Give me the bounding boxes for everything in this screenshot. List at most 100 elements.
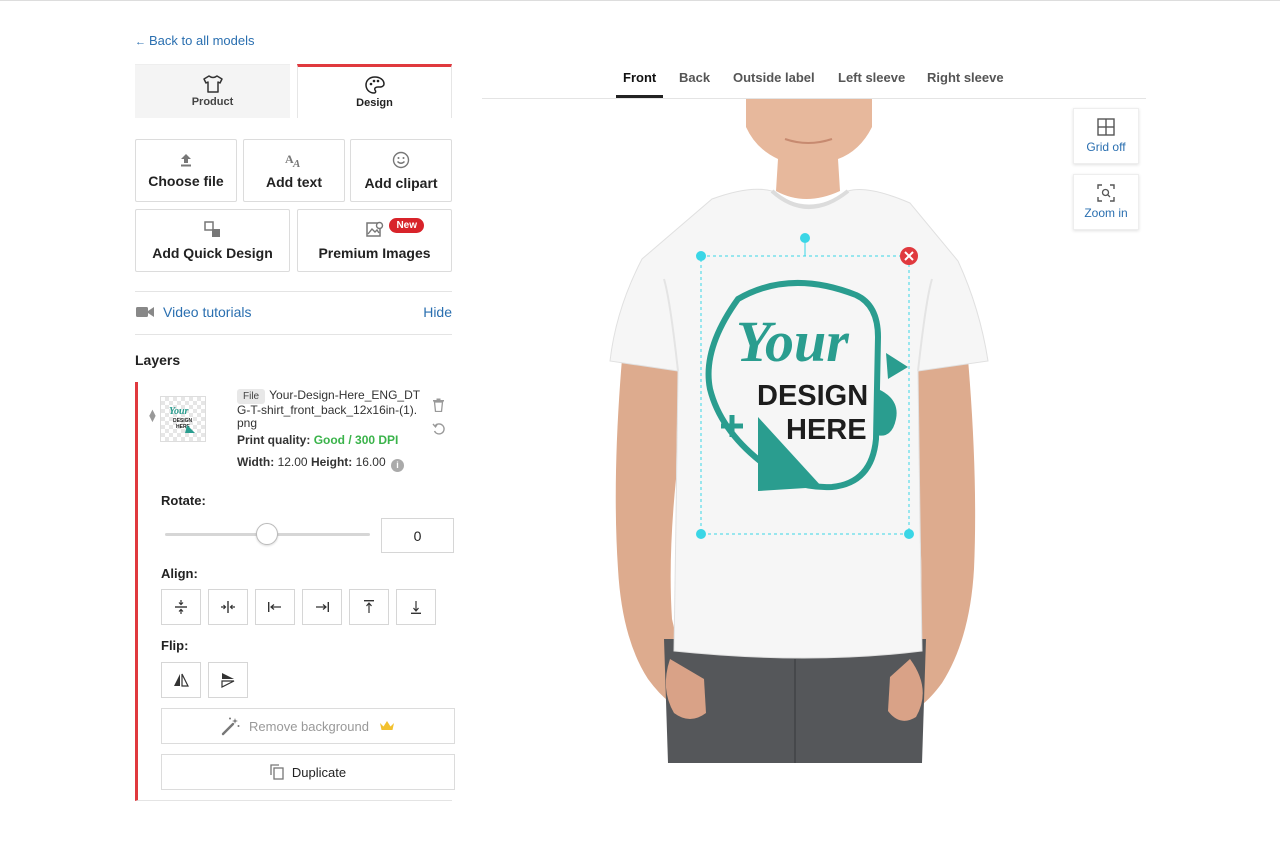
design-text-here: HERE	[786, 414, 867, 446]
editor-tabs: Product Design	[135, 64, 452, 118]
grid-toggle-button[interactable]: Grid off	[1073, 108, 1139, 164]
align-label: Align:	[161, 566, 198, 581]
grid-icon	[1097, 118, 1115, 136]
video-camera-icon	[136, 307, 154, 317]
align-top-icon	[364, 600, 374, 613]
remove-background-button[interactable]: Remove background	[161, 708, 455, 744]
back-to-models-link[interactable]: ← Back to all models	[135, 33, 255, 48]
print-quality-value: Good / 300 DPI	[313, 433, 399, 447]
align-center-horizontal-button[interactable]	[208, 589, 248, 625]
layer-thumbnail: Your DESIGN HERE	[160, 396, 206, 442]
add-text-label: Add text	[266, 173, 322, 190]
tab-front[interactable]: Front	[623, 70, 656, 85]
add-text-button[interactable]: AA Add text	[243, 139, 345, 202]
add-clipart-button[interactable]: Add clipart	[350, 139, 452, 202]
tab-outside-label[interactable]: Outside label	[733, 70, 815, 85]
rotate-input[interactable]	[381, 518, 454, 553]
rotate-label: Rotate:	[161, 493, 206, 508]
tab-product[interactable]: Product	[135, 64, 290, 118]
reset-icon[interactable]	[432, 422, 446, 436]
layers-title: Layers	[135, 352, 181, 368]
product-mockup[interactable]: Your DESIGN HERE	[560, 99, 1030, 763]
active-tab-indicator	[616, 95, 663, 98]
print-quality: Print quality: Good / 300 DPI	[237, 434, 422, 447]
width-label: Width:	[237, 455, 275, 469]
tab-design-label: Design	[356, 97, 393, 109]
add-quick-design-label: Add Quick Design	[152, 244, 273, 261]
dimensions: Width: 12.00 Height: 16.00 i	[237, 456, 422, 472]
layer-file-info: File Your-Design-Here_ENG_DTG-T-shirt_fro…	[237, 389, 422, 472]
drag-handle-icon[interactable]: ▲ ▼	[147, 408, 158, 425]
trash-icon[interactable]	[432, 398, 445, 412]
flip-label: Flip:	[161, 638, 189, 653]
crown-icon	[379, 721, 394, 730]
rotate-slider-knob[interactable]	[256, 523, 278, 545]
align-left-icon	[268, 602, 281, 612]
top-border	[0, 0, 1280, 1]
tab-right-sleeve[interactable]: Right sleeve	[927, 70, 1004, 85]
arrow-left-icon: ←	[135, 36, 146, 48]
resize-handle[interactable]	[904, 529, 914, 539]
print-quality-label: Print quality:	[237, 433, 311, 447]
close-icon[interactable]	[900, 247, 918, 265]
design-thumbnail: Your DESIGN HERE	[169, 406, 195, 433]
file-tag: File	[237, 389, 266, 404]
palette-icon	[364, 76, 385, 94]
divider	[135, 334, 452, 335]
image-search-icon	[365, 221, 383, 237]
svg-text:A: A	[292, 158, 300, 168]
upload-icon	[181, 153, 191, 166]
premium-images-label: Premium Images	[318, 244, 431, 261]
back-link-label: Back to all models	[149, 33, 255, 48]
remove-background-label: Remove background	[249, 718, 369, 734]
smiley-icon	[392, 151, 410, 168]
flip-vertical-button[interactable]	[208, 662, 248, 698]
hide-link[interactable]: Hide	[423, 304, 452, 320]
design-text-design: DESIGN	[757, 380, 868, 412]
resize-handle[interactable]	[696, 529, 706, 539]
copy-icon	[270, 764, 284, 780]
duplicate-label: Duplicate	[291, 764, 347, 780]
magic-wand-icon	[221, 717, 240, 736]
resize-handle[interactable]	[696, 251, 706, 261]
video-tutorials-link[interactable]: Video tutorials	[163, 304, 251, 320]
align-right-button[interactable]	[302, 589, 342, 625]
tshirt-icon	[202, 75, 223, 93]
align-bottom-icon	[411, 601, 421, 614]
tab-back[interactable]: Back	[679, 70, 710, 85]
height-label: Height:	[310, 455, 353, 469]
align-top-button[interactable]	[349, 589, 389, 625]
flip-horizontal-icon	[174, 673, 189, 687]
align-center-horizontal-icon	[221, 601, 235, 613]
align-center-vertical-icon	[175, 600, 187, 614]
layer-card[interactable]: ▲ ▼ Your DESIGN HERE File Your-Design-Here…	[135, 382, 455, 801]
view-tabs: Front Back Outside label Left sleeve Rig…	[482, 64, 1146, 99]
premium-images-button[interactable]: Premium Images New	[297, 209, 452, 272]
height-value: 16.00	[355, 455, 386, 469]
choose-file-button[interactable]: Choose file	[135, 139, 237, 202]
video-tutorials-row: Video tutorials Hide	[135, 301, 452, 323]
flip-vertical-icon	[221, 673, 235, 688]
tshirt-model-image: Your DESIGN HERE	[609, 99, 989, 763]
align-center-vertical-button[interactable]	[161, 589, 201, 625]
align-left-button[interactable]	[255, 589, 295, 625]
zoom-in-icon	[1097, 184, 1115, 202]
tab-left-sleeve[interactable]: Left sleeve	[838, 70, 905, 85]
add-clipart-label: Add clipart	[364, 174, 438, 191]
info-icon[interactable]: i	[390, 459, 404, 472]
align-right-icon	[316, 602, 329, 612]
add-quick-design-button[interactable]: Add Quick Design	[135, 209, 290, 272]
flip-horizontal-button[interactable]	[161, 662, 201, 698]
quick-design-icon	[203, 220, 220, 237]
zoom-in-label: Zoom in	[1084, 206, 1128, 220]
tab-design[interactable]: Design	[297, 64, 452, 118]
align-bottom-button[interactable]	[396, 589, 436, 625]
width-value: 12.00	[277, 455, 308, 469]
rotate-handle[interactable]	[800, 233, 810, 243]
design-text-your: Your	[736, 309, 849, 374]
duplicate-button[interactable]: Duplicate	[161, 754, 455, 790]
thumb-text-your: Your	[169, 406, 189, 417]
new-badge: New	[389, 218, 424, 233]
grid-toggle-label: Grid off	[1086, 140, 1126, 154]
zoom-in-button[interactable]: Zoom in	[1073, 174, 1139, 230]
